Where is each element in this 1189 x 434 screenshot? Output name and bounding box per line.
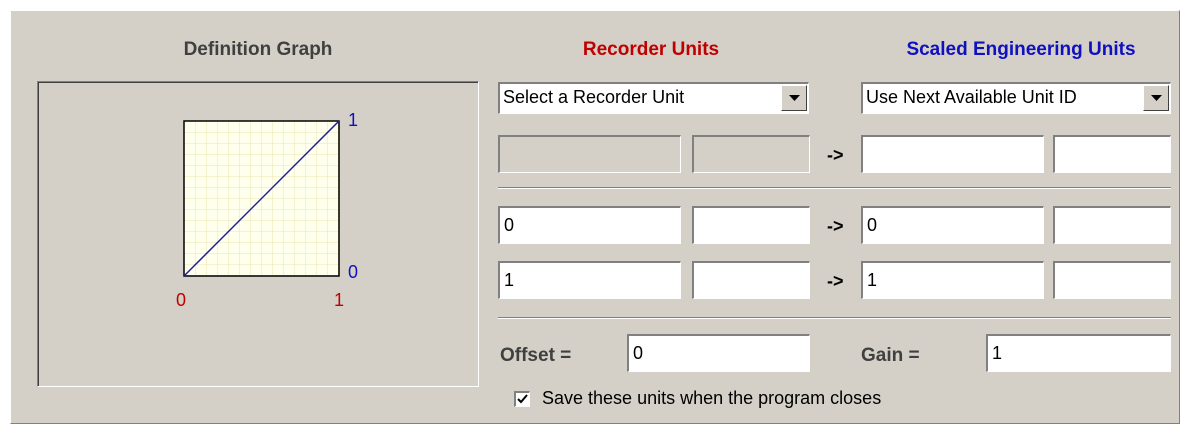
save-units-label[interactable]: Save these units when the program closes [542,388,881,409]
point1-arrow: -> [827,216,844,236]
graph-y-bottom-label: 0 [348,262,359,282]
scaled-units-title: Scaled Engineering Units [906,39,1136,60]
graph-x-left-label: 0 [176,290,187,310]
offset-field[interactable]: 0 [627,334,810,372]
recorder-units-title: Recorder Units [582,39,720,60]
scaled-unit-select[interactable]: Use Next Available Unit ID [861,82,1171,114]
point2-recorder-unit[interactable] [692,261,810,299]
recorder-unit-select-value: Select a Recorder Unit [503,87,685,107]
point1-eng-unit[interactable] [1053,206,1171,244]
recorder-unit-name-field [498,135,681,173]
definition-graph [183,120,340,277]
recorder-unit-abbr-field [692,135,810,173]
point2-recorder-value[interactable]: 1 [498,261,681,299]
save-units-checkbox[interactable] [514,391,530,407]
checkmark-icon [517,394,528,404]
point1-recorder-value[interactable]: 0 [498,206,681,244]
recorder-unit-dropdown-button[interactable] [781,85,807,111]
point1-eng-value[interactable]: 0 [861,206,1044,244]
graph-y-top-label: 1 [348,110,359,130]
scaled-unit-dropdown-button[interactable] [1143,85,1169,111]
offset-label: Offset = [500,345,572,366]
gain-label: Gain = [861,345,920,366]
point2-arrow: -> [827,271,844,291]
separator-bottom [498,317,1171,319]
definition-graph-box: 1 0 0 1 [37,81,479,387]
definition-graph-title: Definition Graph [183,39,333,60]
chevron-down-icon [789,95,800,101]
eng-unit-name-field[interactable] [861,135,1044,173]
eng-unit-abbr-field[interactable] [1053,135,1171,173]
chevron-down-icon [1151,95,1162,101]
scaled-unit-select-value: Use Next Available Unit ID [866,87,1077,107]
separator-top [498,187,1171,189]
recorder-unit-select[interactable]: Select a Recorder Unit [498,82,809,114]
unit-arrow: -> [827,145,844,165]
unit-definition-panel: Definition Graph Recorder Units Scaled E… [10,10,1180,424]
graph-x-right-label: 1 [334,290,345,310]
point2-eng-unit[interactable] [1053,261,1171,299]
point1-recorder-unit[interactable] [692,206,810,244]
gain-field[interactable]: 1 [986,334,1171,372]
point2-eng-value[interactable]: 1 [861,261,1044,299]
